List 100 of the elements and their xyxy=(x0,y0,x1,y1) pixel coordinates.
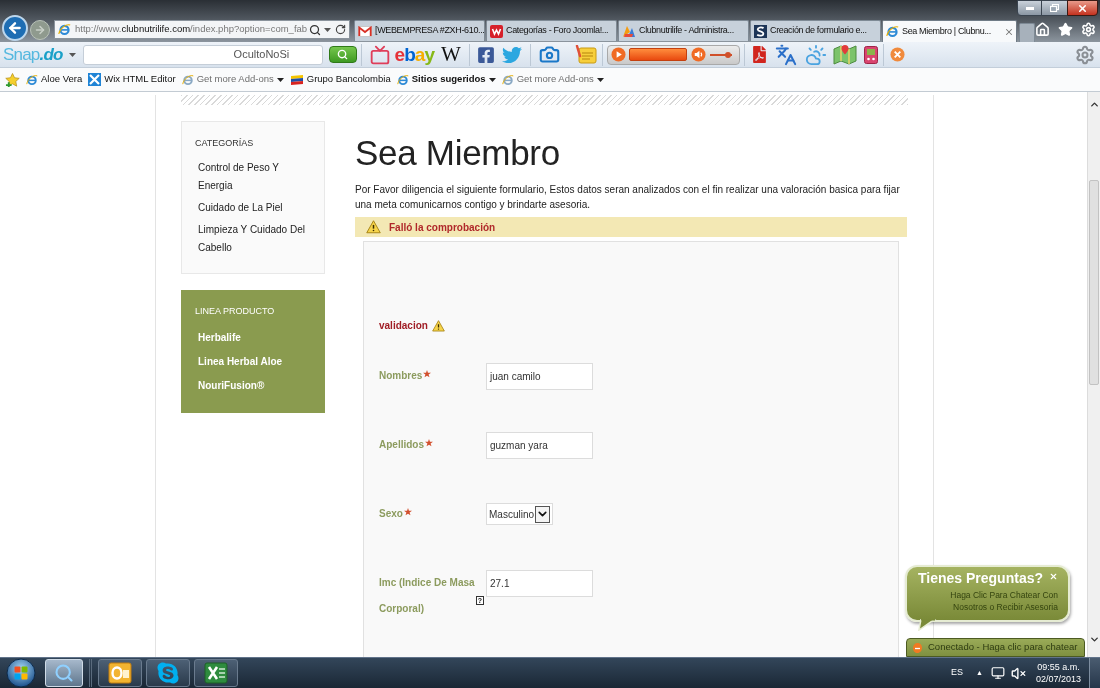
map-icon[interactable] xyxy=(832,43,857,66)
scroll-thumb[interactable] xyxy=(1089,180,1099,385)
network-icon[interactable] xyxy=(990,666,1005,680)
chat-button[interactable]: Conectado - Haga clic para chatear xyxy=(906,638,1085,657)
handheld-game-icon[interactable] xyxy=(863,45,878,64)
panel-heading: LINEA PRODUCTO xyxy=(195,305,276,318)
browser-tab[interactable]: Sea Miembro | Clubnu... xyxy=(882,20,1017,42)
caret-icon xyxy=(488,77,496,82)
scroll-down-icon[interactable] xyxy=(1088,634,1100,645)
error-label: validacion xyxy=(379,319,428,333)
field-label: Sexo xyxy=(379,507,403,521)
address-field[interactable]: http://www.clubnutrilife.com/index.php?option=com_fab xyxy=(75,22,308,37)
favorites-star-icon[interactable] xyxy=(5,72,20,87)
caret-icon xyxy=(324,27,331,32)
volume-muted-icon[interactable] xyxy=(1010,665,1026,681)
category-link[interactable]: Control de Peso Y Energia xyxy=(198,159,310,195)
wiki-link[interactable]: W xyxy=(440,44,461,65)
start-orb-icon xyxy=(6,658,36,688)
play-icon[interactable] xyxy=(610,47,626,62)
chat-title: Tienes Preguntas? xyxy=(918,569,1043,588)
text-field[interactable]: juan camilo xyxy=(486,363,593,390)
restore-button[interactable] xyxy=(1042,0,1067,16)
caret-icon xyxy=(68,52,76,57)
minimize-button[interactable] xyxy=(1017,0,1042,16)
browser-logo-icon xyxy=(886,25,899,38)
favorites-link[interactable]: Grupo Bancolombia xyxy=(289,69,391,90)
restore-icon xyxy=(1050,4,1059,12)
settings-icon[interactable] xyxy=(1075,44,1095,65)
browser-tab[interactable]: Clubnutrilife - Administra... xyxy=(618,20,749,41)
ebay-link[interactable]: ebay xyxy=(394,45,434,64)
field-label: Apellidos xyxy=(379,438,424,452)
close-icon[interactable] xyxy=(1049,572,1058,581)
taskbar-button[interactable] xyxy=(146,659,190,687)
browser-logo-icon xyxy=(501,73,514,86)
caret-icon xyxy=(276,77,284,82)
weather-icon[interactable] xyxy=(804,43,827,66)
category-link[interactable]: Cuidado de La Piel xyxy=(198,199,310,217)
browser-tab[interactable]: Categorías - Foro Joomla!... xyxy=(486,20,617,41)
forward-arrow-icon xyxy=(34,23,46,36)
zigzag-tile-icon xyxy=(490,24,503,38)
close-icon xyxy=(1077,2,1088,14)
facebook-icon[interactable] xyxy=(476,45,495,64)
envelope-icon xyxy=(358,25,372,37)
home-icon[interactable] xyxy=(1035,22,1050,37)
close-circle-icon[interactable] xyxy=(889,47,905,62)
bird-icon[interactable] xyxy=(501,44,522,65)
status-icon xyxy=(912,641,923,654)
chevron-down-icon xyxy=(535,505,551,523)
intro-text: Por Favor diligencia el siguiente formulario, Estos datos seran analizados con el fin realizar una valoración basica para fijar una meta comunicarnos contigo y brindarte asesoria. xyxy=(355,183,901,212)
swoosh-tile-icon xyxy=(754,24,767,38)
favorites-icon[interactable] xyxy=(1058,22,1073,37)
select-field[interactable]: Masculino xyxy=(486,503,554,525)
browser-logo-icon xyxy=(26,73,38,86)
search-button[interactable] xyxy=(328,46,357,63)
minimize-icon xyxy=(1025,6,1034,10)
notepad-icon[interactable] xyxy=(574,44,597,65)
field-label: Imc (Indice De Masa Corporal) xyxy=(379,576,475,616)
scroll-up-icon[interactable] xyxy=(1088,99,1100,110)
favorites-link[interactable]: Wix HTML Editor xyxy=(88,69,176,90)
field-label: Nombres xyxy=(379,369,423,383)
close-icon[interactable] xyxy=(1004,26,1014,37)
search-icon[interactable] xyxy=(309,23,321,36)
flag-icon xyxy=(289,73,304,86)
speaker-icon[interactable] xyxy=(690,47,706,62)
back-button[interactable] xyxy=(2,15,28,41)
camera-icon[interactable] xyxy=(538,44,560,65)
volume-thumb[interactable] xyxy=(725,51,732,58)
toolbar-logo: Snap.do xyxy=(3,46,63,63)
tv-icon[interactable] xyxy=(369,44,390,65)
page-title: Sea Miembro xyxy=(355,133,561,173)
start-button[interactable] xyxy=(5,658,37,688)
pdf-icon[interactable] xyxy=(750,46,768,63)
text-field[interactable]: 27.1 xyxy=(486,570,593,597)
add-ons-menu[interactable]: Get more Add-ons xyxy=(501,69,604,90)
spreadsheet-icon xyxy=(204,662,228,684)
suggested-sites-menu[interactable]: Sitios sugeridos xyxy=(396,69,496,90)
taskbar-button[interactable] xyxy=(194,659,238,687)
browser-logo-icon xyxy=(396,73,409,86)
clock-time[interactable]: 09:55 a.m. xyxy=(1037,661,1080,673)
refresh-icon[interactable] xyxy=(335,24,346,35)
volume-slider[interactable] xyxy=(709,51,732,58)
taskbar-button[interactable] xyxy=(98,659,142,687)
favorites-link[interactable]: Aloe Vera xyxy=(26,69,83,90)
clock-date[interactable]: 02/07/2013 xyxy=(1035,673,1081,685)
panel-heading: CATEGORÍAS xyxy=(195,137,255,150)
skype-icon xyxy=(156,661,180,685)
warning-icon xyxy=(366,220,381,234)
show-desktop-button[interactable] xyxy=(1089,658,1100,688)
text-field[interactable]: guzman yara xyxy=(486,432,593,459)
browser-tab[interactable]: [WEBEMPRESA #ZXH-610... xyxy=(354,20,485,41)
language-indicator[interactable]: ES xyxy=(951,666,963,680)
close-button[interactable] xyxy=(1067,0,1098,16)
search-icon xyxy=(337,49,349,60)
translate-icon[interactable] xyxy=(774,43,797,66)
browser-tab[interactable]: Creación de formulario e... xyxy=(750,20,881,41)
player-display xyxy=(628,48,687,61)
add-ons-menu[interactable]: Get more Add-ons xyxy=(181,69,284,90)
search-field[interactable]: OcultoNoSi xyxy=(82,44,323,65)
colorful-logo-icon xyxy=(622,24,636,38)
category-link[interactable]: Limpieza Y Cuidado Del Cabello xyxy=(198,221,310,257)
